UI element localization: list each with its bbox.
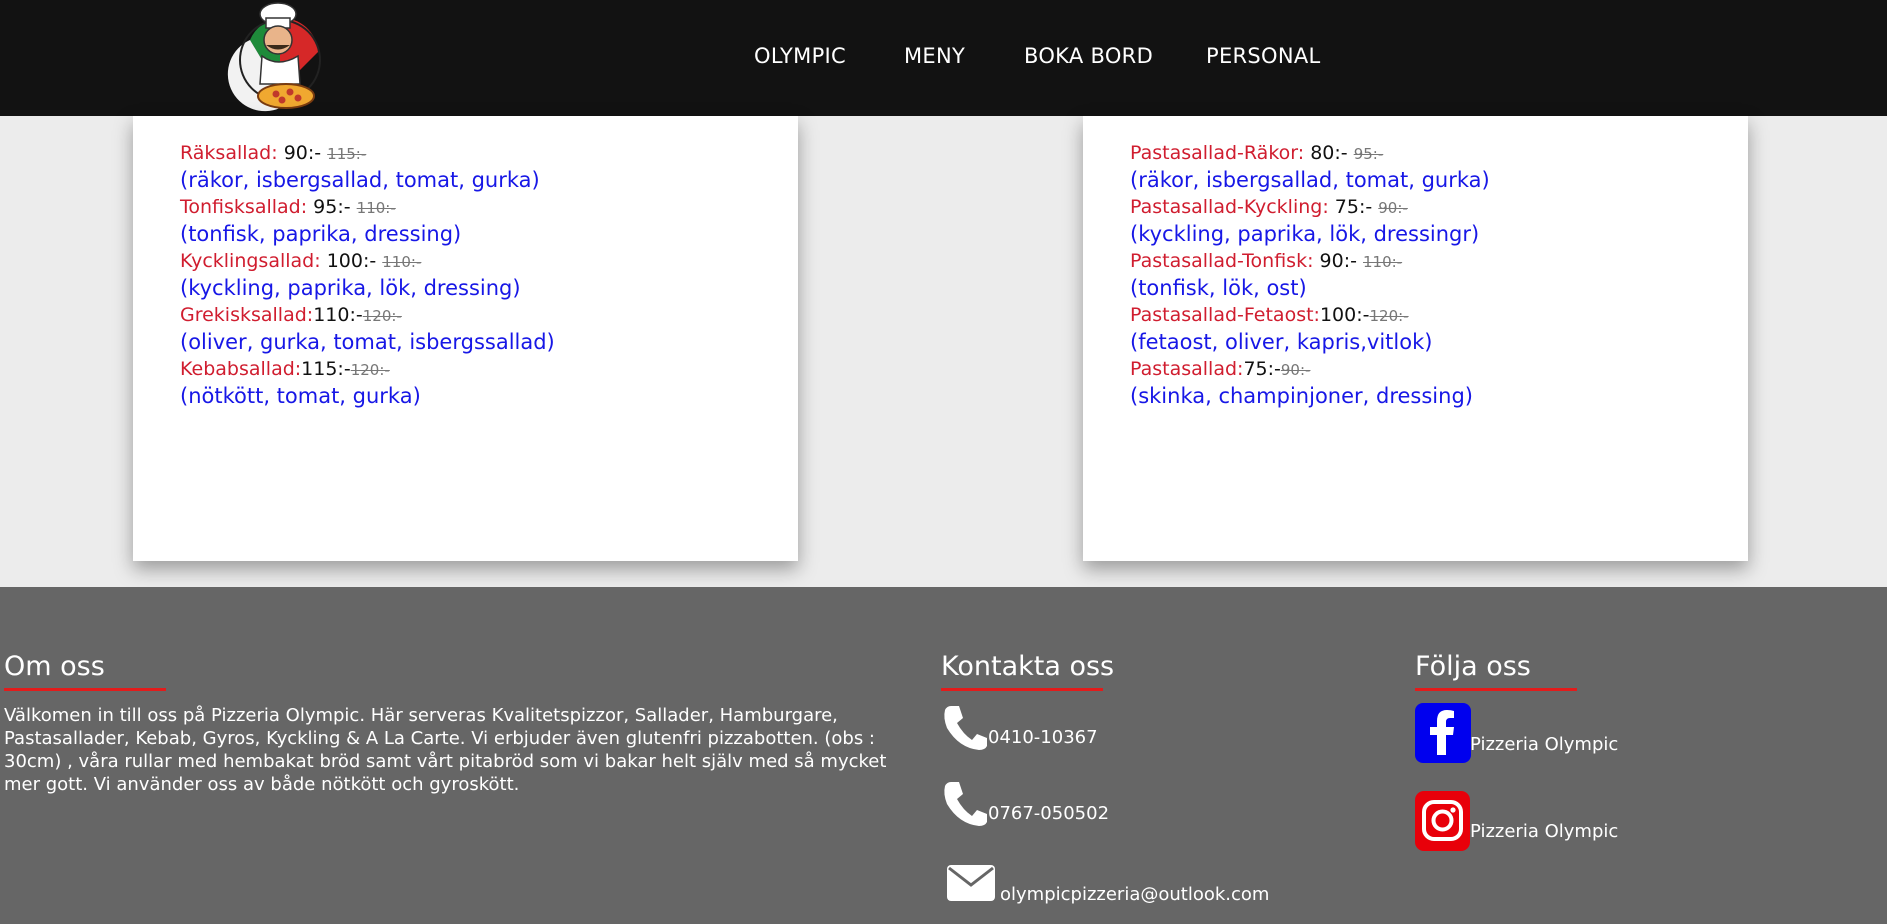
phone-icon bbox=[944, 706, 987, 750]
facebook-link[interactable]: Pizzeria Olympic bbox=[1470, 734, 1618, 755]
item-price: 100:- bbox=[326, 250, 377, 272]
menu-item: Pastasallad-Fetaost:100:-120:- bbox=[1130, 302, 1490, 329]
item-description: (räkor, isbergsallad, tomat, gurka) bbox=[180, 168, 540, 192]
envelope-icon bbox=[947, 865, 995, 901]
item-name: Pastasallad-Räkor: bbox=[1130, 142, 1305, 164]
item-old-price: 120:- bbox=[350, 361, 390, 379]
menu-item: Tonfisksallad: 95:- 110:- bbox=[180, 194, 555, 221]
phone-number-2[interactable]: 0767-050502 bbox=[988, 803, 1109, 824]
follow-underline bbox=[1415, 688, 1577, 691]
item-old-price: 115:- bbox=[327, 145, 367, 163]
footer: Om oss Välkomen in till oss på Pizzeria … bbox=[0, 587, 1887, 924]
item-price: 100:- bbox=[1319, 304, 1370, 326]
item-price: 80:- bbox=[1310, 142, 1348, 164]
item-description: (nötkött, tomat, gurka) bbox=[180, 384, 421, 408]
item-old-price: 90:- bbox=[1280, 361, 1311, 379]
item-old-price: 95:- bbox=[1353, 145, 1384, 163]
nav-meny[interactable]: MENY bbox=[904, 44, 965, 68]
menu-item: Pastasallad:75:-90:- bbox=[1130, 356, 1490, 383]
item-description: (kyckling, paprika, lök, dressingr) bbox=[1130, 222, 1480, 246]
phone-icon bbox=[944, 782, 987, 826]
facebook-icon[interactable] bbox=[1415, 703, 1471, 763]
nav-boka-bord[interactable]: BOKA BORD bbox=[1024, 44, 1153, 68]
contact-underline bbox=[941, 688, 1103, 691]
item-price: 90:- bbox=[283, 142, 322, 164]
header-bar: OLYMPIC MENY BOKA BORD PERSONAL bbox=[0, 0, 1887, 116]
about-underline bbox=[4, 688, 166, 691]
item-price: 90:- bbox=[1319, 250, 1357, 272]
item-description: (räkor, isbergsallad, tomat, gurka) bbox=[1130, 168, 1490, 192]
instagram-link[interactable]: Pizzeria Olympic bbox=[1470, 821, 1618, 842]
item-description: (skinka, champinjoner, dressing) bbox=[1130, 384, 1473, 408]
menu-item: Kebabsallad:115:-120:- bbox=[180, 356, 555, 383]
nav-olympic[interactable]: OLYMPIC bbox=[754, 44, 846, 68]
item-price: 75:- bbox=[1243, 358, 1281, 380]
item-price: 115:- bbox=[301, 358, 351, 380]
item-old-price: 110:- bbox=[382, 253, 422, 271]
item-name: Pastasallad-Tonfisk: bbox=[1130, 250, 1314, 272]
nav-personal[interactable]: PERSONAL bbox=[1206, 44, 1321, 68]
contact-title: Kontakta oss bbox=[941, 651, 1115, 682]
item-old-price: 120:- bbox=[362, 307, 402, 325]
item-old-price: 110:- bbox=[1363, 253, 1403, 271]
item-price: 75:- bbox=[1334, 196, 1373, 218]
item-description: (oliver, gurka, tomat, isbergssallad) bbox=[180, 330, 555, 354]
item-old-price: 120:- bbox=[1369, 307, 1409, 325]
about-text: Välkomen in till oss på Pizzeria Olympic… bbox=[4, 705, 887, 795]
email-address[interactable]: olympicpizzeria@outlook.com bbox=[1000, 884, 1269, 905]
menu-card-pastasallader: Pastasallad-Räkor: 80:- 95:- (räkor, isb… bbox=[1083, 116, 1748, 561]
phone-number-1[interactable]: 0410-10367 bbox=[988, 727, 1098, 748]
item-old-price: 110:- bbox=[356, 199, 396, 217]
menu-item: Kycklingsallad: 100:- 110:- bbox=[180, 248, 555, 275]
item-name: Räksallad: bbox=[180, 142, 278, 164]
item-name: Pastasallad-Kyckling: bbox=[1130, 196, 1329, 218]
item-description: (tonfisk, lök, ost) bbox=[1130, 276, 1307, 300]
item-description: (fetaost, oliver, kapris,vitlok) bbox=[1130, 330, 1433, 354]
instagram-icon[interactable] bbox=[1415, 791, 1470, 851]
item-price: 110:- bbox=[313, 304, 363, 326]
item-name: Kebabsallad: bbox=[180, 358, 302, 380]
item-name: Kycklingsallad: bbox=[180, 250, 321, 272]
menu-item: Pastasallad-Kyckling: 75:- 90:- bbox=[1130, 194, 1490, 221]
item-description: (tonfisk, paprika, dressing) bbox=[180, 222, 462, 246]
menu-list: Pastasallad-Räkor: 80:- 95:- (räkor, isb… bbox=[1130, 140, 1490, 410]
follow-title: Följa oss bbox=[1415, 651, 1531, 682]
item-old-price: 90:- bbox=[1378, 199, 1408, 217]
item-price: 95:- bbox=[313, 196, 351, 218]
item-name: Tonfisksallad: bbox=[180, 196, 308, 218]
menu-item: Pastasallad-Tonfisk: 90:- 110:- bbox=[1130, 248, 1490, 275]
menu-item: Grekisksallad:110:-120:- bbox=[180, 302, 555, 329]
menu-card-sallader: Räksallad: 90:- 115:- (räkor, isbergsall… bbox=[133, 116, 798, 561]
menu-list: Räksallad: 90:- 115:- (räkor, isbergsall… bbox=[180, 140, 555, 410]
item-description: (kyckling, paprika, lök, dressing) bbox=[180, 276, 521, 300]
item-name: Grekisksallad: bbox=[180, 304, 314, 326]
menu-item: Pastasallad-Räkor: 80:- 95:- bbox=[1130, 140, 1490, 167]
main-nav: OLYMPIC MENY BOKA BORD PERSONAL bbox=[0, 0, 1887, 116]
about-title: Om oss bbox=[4, 651, 105, 682]
item-name: Pastasallad: bbox=[1130, 358, 1244, 380]
item-name: Pastasallad-Fetaost: bbox=[1130, 304, 1320, 326]
menu-item: Räksallad: 90:- 115:- bbox=[180, 140, 555, 167]
